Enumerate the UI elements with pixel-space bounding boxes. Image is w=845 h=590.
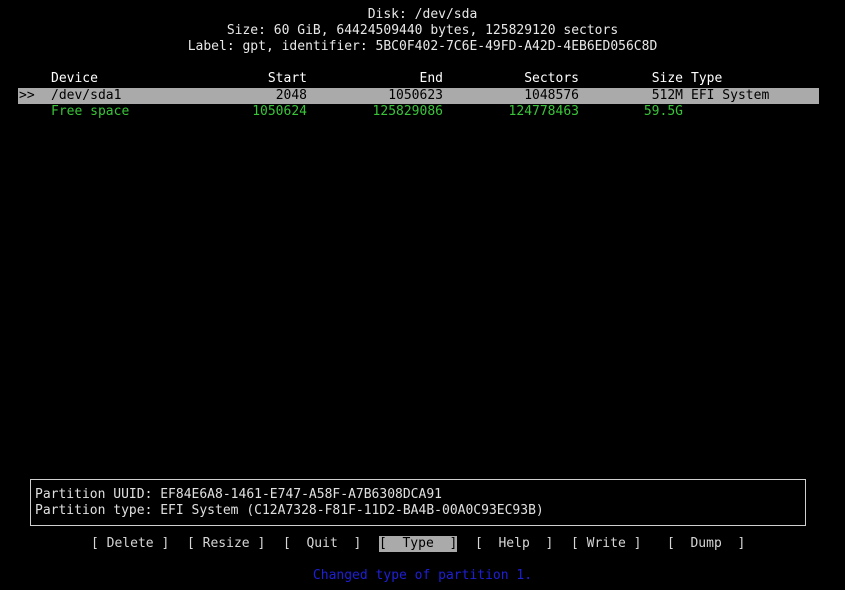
column-header-device: Device bbox=[51, 71, 98, 86]
free-space-end: 125829086 bbox=[372, 104, 443, 119]
column-header-end: End bbox=[419, 71, 443, 86]
partition-size: 512M bbox=[651, 88, 683, 103]
free-space-device: Free space bbox=[51, 104, 130, 119]
write-button[interactable]: [ Write ] bbox=[571, 536, 641, 552]
partition-sectors: 1048576 bbox=[524, 88, 579, 103]
column-header-type: Type bbox=[691, 71, 723, 86]
type-button[interactable]: [ Type ] bbox=[379, 536, 458, 552]
free-space-start: 1050624 bbox=[252, 104, 307, 119]
partition-uuid-line: Partition UUID: EF84E6A8-1461-E747-A58F-… bbox=[35, 487, 442, 502]
column-header-size: Size bbox=[651, 71, 683, 86]
disk-label-info: Label: gpt, identifier: 5BC0F402-7C6E-49… bbox=[187, 39, 658, 54]
partition-row-sda1[interactable]: >> /dev/sda1 2048 1050623 1048576 512M E… bbox=[18, 88, 819, 104]
delete-button[interactable]: [ Delete ] bbox=[91, 536, 169, 552]
free-space-sectors: 124778463 bbox=[508, 104, 579, 119]
partition-type: EFI System bbox=[691, 88, 770, 103]
free-space-row[interactable]: Free space 1050624 125829086 124778463 5… bbox=[0, 104, 845, 120]
disk-title: Disk: /dev/sda bbox=[367, 7, 478, 22]
selection-marker: >> bbox=[19, 88, 35, 103]
resize-button[interactable]: [ Resize ] bbox=[187, 536, 265, 552]
disk-size-info: Size: 60 GiB, 64424509440 bytes, 1258291… bbox=[226, 23, 619, 38]
partition-end: 1050623 bbox=[388, 88, 443, 103]
dump-button[interactable]: [ Dump ] bbox=[667, 536, 745, 552]
column-header-start: Start bbox=[267, 71, 307, 86]
free-space-size: 59.5G bbox=[643, 104, 683, 119]
help-button[interactable]: [ Help ] bbox=[475, 536, 553, 552]
partition-device: /dev/sda1 bbox=[51, 88, 122, 103]
status-message: Changed type of partition 1. bbox=[312, 568, 533, 583]
column-header-sectors: Sectors bbox=[524, 71, 579, 86]
quit-button[interactable]: [ Quit ] bbox=[283, 536, 361, 552]
partition-type-line: Partition type: EFI System (C12A7328-F81… bbox=[35, 503, 544, 518]
partition-start: 2048 bbox=[275, 88, 307, 103]
partition-info-box: Partition UUID: EF84E6A8-1461-E747-A58F-… bbox=[30, 479, 806, 526]
